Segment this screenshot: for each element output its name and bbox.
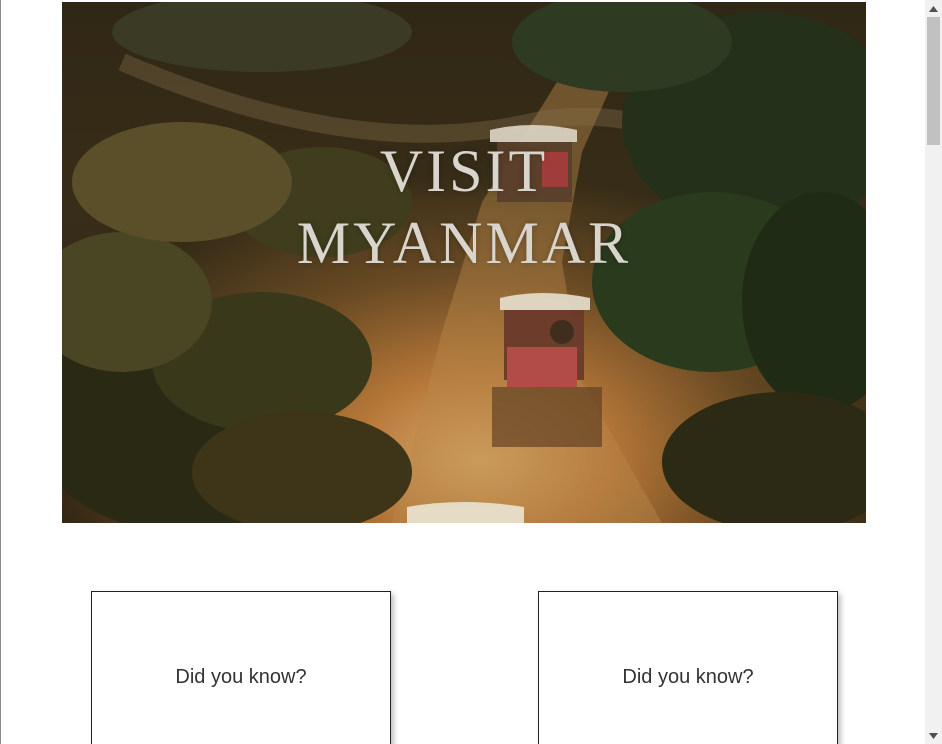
- scrollbar-thumb[interactable]: [927, 17, 940, 145]
- fact-card-1[interactable]: Did you know?: [91, 591, 391, 744]
- hero-title-line-2: MYANMAR: [296, 210, 632, 276]
- fact-card-1-label: Did you know?: [175, 666, 307, 688]
- scroll-up-arrow-icon[interactable]: [925, 0, 942, 17]
- fact-card-2-label: Did you know?: [622, 666, 754, 688]
- vertical-scrollbar[interactable]: [925, 0, 942, 744]
- scroll-down-arrow-icon[interactable]: [925, 727, 942, 744]
- hero-banner: VISIT MYANMAR: [62, 2, 866, 523]
- hero-title-line-1: VISIT: [379, 138, 549, 204]
- fact-card-2[interactable]: Did you know?: [538, 591, 838, 744]
- page: VISIT MYANMAR Did you know? Did you know…: [0, 0, 942, 744]
- hero-title: VISIT MYANMAR: [62, 135, 866, 279]
